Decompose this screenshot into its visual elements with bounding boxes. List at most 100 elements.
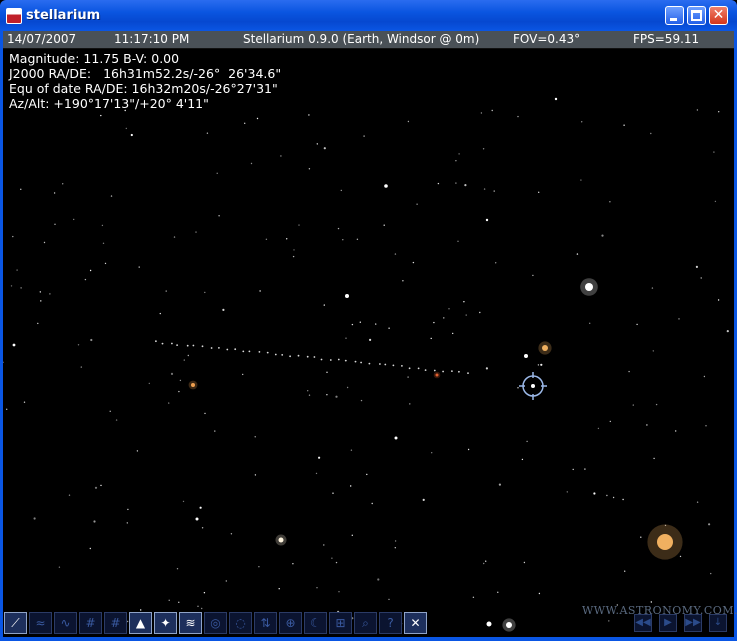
star (100, 114, 102, 117)
star (363, 135, 365, 137)
fullscreen-icon: ⊞ (335, 616, 346, 630)
star-streak (379, 363, 381, 365)
goto-button[interactable]: ⊕ (279, 612, 302, 634)
star (412, 261, 415, 264)
object-equ-of-date-coords: Equ of date RA/DE: 16h32m20s/-26°27'31" (9, 81, 278, 96)
star (407, 120, 410, 123)
azimuthal-grid-button[interactable]: # (79, 612, 102, 634)
nebulae-button[interactable]: ◎ (204, 612, 227, 634)
constellation-art-button[interactable]: ∿ (54, 612, 77, 634)
star (628, 370, 630, 373)
star (394, 547, 396, 549)
stellarium-app-icon[interactable] (6, 8, 22, 24)
atmosphere-button[interactable]: ≋ (179, 612, 202, 634)
star-streak (161, 342, 164, 345)
star (388, 327, 390, 329)
star (12, 235, 14, 238)
star-streak (234, 348, 237, 351)
star-streak (192, 344, 195, 347)
window-frame-bottom (0, 637, 737, 641)
star (265, 238, 268, 240)
star (416, 203, 418, 205)
bright-star (524, 354, 528, 358)
atmosphere-icon: ≋ (185, 616, 196, 630)
fullscreen-button[interactable]: ⊞ (329, 612, 352, 634)
star-streak (442, 370, 444, 373)
star (331, 557, 333, 559)
star (696, 501, 699, 503)
star (225, 580, 227, 582)
night-mode-button[interactable]: ☾ (304, 612, 327, 634)
cardinal-points-button[interactable]: ✦ (154, 612, 177, 634)
star (351, 534, 353, 536)
quit-icon: ✕ (410, 616, 421, 630)
close-button[interactable]: ✕ (709, 6, 728, 25)
star (402, 280, 404, 282)
red-star (435, 373, 439, 377)
star (394, 540, 397, 542)
ground-button[interactable]: ▲ (129, 612, 152, 634)
star (345, 337, 347, 339)
minimize-button[interactable] (665, 6, 684, 25)
bright-star (394, 436, 398, 440)
star (609, 201, 611, 203)
planet-hints-button[interactable]: ◌ (229, 612, 252, 634)
star (102, 242, 105, 244)
equatorial-grid-button[interactable]: # (104, 612, 127, 634)
constellation-names-button[interactable]: ≈ (29, 612, 52, 634)
star (597, 427, 600, 430)
star (407, 376, 409, 378)
search-icon: ⌕ (362, 616, 369, 630)
star-streak (368, 362, 371, 365)
star (89, 547, 92, 550)
star (422, 498, 425, 501)
star (718, 111, 720, 113)
star (465, 314, 467, 316)
title-bar[interactable]: stellarium ✕ (0, 0, 737, 31)
star (23, 401, 26, 403)
star (292, 563, 294, 565)
star-streak (392, 364, 395, 367)
star (409, 403, 411, 405)
star-streak (274, 353, 277, 356)
star (286, 238, 288, 240)
star (58, 566, 61, 568)
star (483, 562, 485, 565)
star (104, 262, 107, 265)
star (178, 390, 180, 393)
star (54, 223, 56, 225)
quit-button[interactable]: ✕ (404, 612, 427, 634)
mount-button[interactable]: ⇅ (254, 612, 277, 634)
sky-view[interactable] (3, 49, 734, 637)
star (316, 143, 318, 145)
star (350, 485, 352, 487)
star (695, 265, 699, 268)
star (326, 394, 328, 396)
star (16, 269, 18, 271)
star (458, 153, 460, 155)
constellation-lines-button[interactable]: ⟋ (4, 612, 27, 634)
star (165, 290, 167, 292)
star-streak (384, 363, 387, 366)
star (214, 430, 216, 432)
star (197, 605, 199, 607)
star (90, 338, 93, 342)
close-icon: ✕ (712, 7, 725, 23)
ground-icon: ▲ (135, 616, 146, 630)
stellarium-window: stellarium ✕ 14/07/2007 11:17:10 PM Stel… (0, 0, 737, 641)
star (218, 215, 220, 217)
help-button[interactable]: ? (379, 612, 402, 634)
maximize-button[interactable] (687, 6, 706, 25)
star (89, 269, 92, 272)
star-streak (306, 355, 309, 358)
star (651, 287, 654, 289)
star (679, 555, 682, 558)
star (606, 494, 608, 497)
search-button[interactable]: ⌕ (354, 612, 377, 634)
star (467, 448, 470, 451)
bright-star (278, 537, 284, 543)
star (307, 390, 309, 392)
bright-star (585, 283, 593, 291)
star-streak (313, 356, 316, 358)
star (40, 300, 42, 302)
